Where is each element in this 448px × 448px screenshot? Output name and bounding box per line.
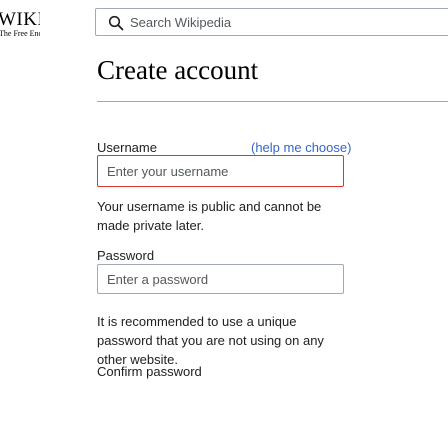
- password-label: Password: [97, 248, 155, 263]
- search-box[interactable]: Search Wikipedia: [95, 8, 448, 36]
- password-input[interactable]: [97, 264, 344, 294]
- search-icon: [108, 15, 124, 31]
- logo-wordmark: WIKIPEDIA: [0, 9, 40, 30]
- username-label: Username: [97, 140, 157, 155]
- confirm-password-label: Confirm password: [97, 364, 202, 379]
- help-me-choose-link[interactable]: (help me choose): [251, 140, 351, 155]
- search-input[interactable]: Search Wikipedia: [130, 15, 231, 30]
- username-note: Your username is public and cannot be ma…: [97, 199, 322, 233]
- password-note: It is recommended to use a unique passwo…: [97, 314, 324, 367]
- username-input[interactable]: [97, 155, 344, 187]
- title-divider: [97, 101, 448, 102]
- logo-tagline: The Free Encyclopedia: [0, 29, 40, 38]
- page-title: Create account: [97, 55, 259, 85]
- wikipedia-logo[interactable]: WIKIPEDIA The Free Encyclopedia: [0, 0, 40, 40]
